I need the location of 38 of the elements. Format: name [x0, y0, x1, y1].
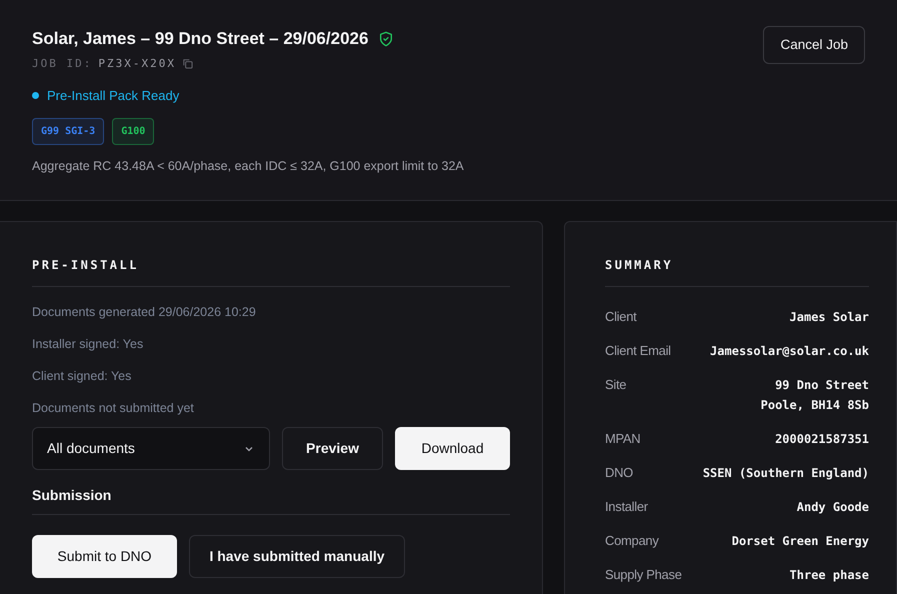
- summary-value: Poole, BH14 8Sb: [760, 397, 869, 414]
- job-id-label: JOB ID:: [32, 56, 92, 72]
- submit-button[interactable]: Submit to DNO: [32, 535, 177, 578]
- standard-tag: G99 SGI-3: [32, 118, 104, 144]
- summary-value: Andy Goode: [796, 499, 869, 516]
- summary-value: 99 Dno Street: [775, 377, 869, 394]
- summary-label: Client Email: [605, 342, 671, 360]
- summary-label: MPAN: [605, 430, 640, 448]
- summary-label: DNO: [605, 464, 633, 482]
- status-line: Client signed: Yes: [32, 368, 132, 385]
- submission-heading: Submission: [32, 486, 112, 505]
- status-line: Documents generated 29/06/2026 10:29: [32, 304, 257, 321]
- limit-note: Aggregate RC 43.48A < 60A/phase, each IDC ≤ 32A, G100 export limit to 32A: [32, 158, 464, 175]
- summary-label: Supply Phase: [605, 566, 682, 584]
- document-select[interactable]: All documents: [32, 427, 270, 470]
- manual-submission-button[interactable]: I have submitted manually: [189, 535, 405, 578]
- job-title: Solar, James – 99 Dno Street – 29/06/2026: [32, 28, 368, 50]
- status-label: Pre-Install Pack Ready: [47, 87, 180, 105]
- cancel-job-button[interactable]: Cancel Job: [763, 26, 865, 64]
- summary-value: James Solar: [790, 309, 869, 326]
- job-id: PZ3X-X20X: [98, 56, 176, 72]
- summary-value: Three phase: [790, 567, 869, 584]
- status-line: Documents not submitted yet: [32, 400, 195, 417]
- download-button[interactable]: Download: [395, 427, 510, 470]
- summary-value: Jamessolar@solar.co.uk: [710, 343, 869, 360]
- status-line: Installer signed: Yes: [32, 336, 144, 353]
- standard-tag: G100: [112, 118, 154, 144]
- summary-value: Dorset Green Energy: [732, 533, 869, 550]
- summary-label: Client: [605, 308, 636, 326]
- summary-value: SSEN (Southern England): [702, 465, 869, 482]
- summary-value: 2000021587351: [775, 431, 869, 448]
- section-title: PRE-INSTALL: [32, 257, 140, 274]
- summary-label: Site: [605, 376, 626, 394]
- section-title: SUMMARY: [605, 257, 674, 274]
- summary-label: Installer: [605, 498, 648, 516]
- preview-button[interactable]: Preview: [282, 427, 383, 470]
- copy-icon[interactable]: [182, 58, 193, 70]
- summary-label: Company: [605, 532, 659, 550]
